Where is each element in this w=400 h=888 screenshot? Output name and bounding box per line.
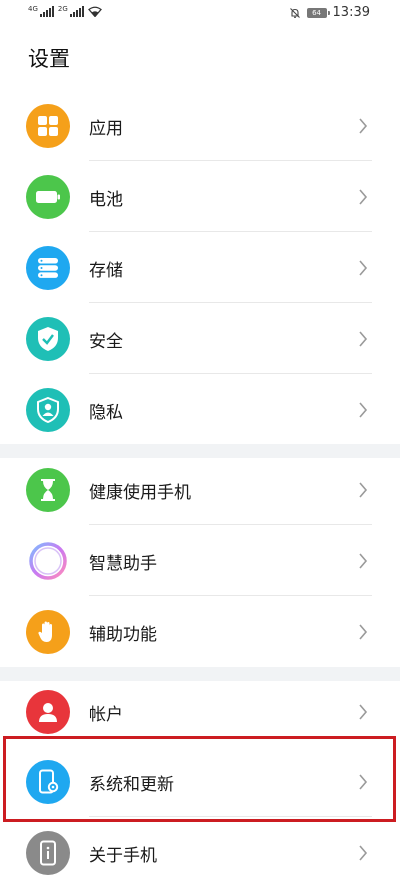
chevron-right-icon <box>359 402 368 418</box>
settings-item-label: 关于手机 <box>89 846 157 866</box>
network-type-1: 4G <box>28 5 38 13</box>
chevron-right-icon <box>359 118 368 134</box>
account-icon <box>26 690 70 734</box>
security-shield-icon <box>26 317 70 361</box>
highlight-box <box>3 736 396 822</box>
signal-icon <box>39 6 54 17</box>
signal-icon-2 <box>69 6 84 17</box>
page-title: 设置 <box>28 47 70 71</box>
battery-icon <box>26 175 70 219</box>
settings-item-about-phone[interactable]: 关于手机 <box>0 817 400 888</box>
smart-assistant-icon <box>26 539 70 583</box>
settings-item-label: 辅助功能 <box>89 625 157 645</box>
chevron-right-icon <box>359 704 368 720</box>
settings-item-security[interactable]: 安全 <box>0 303 400 374</box>
settings-item-label: 安全 <box>89 332 123 352</box>
storage-icon <box>26 246 70 290</box>
settings-item-privacy[interactable]: 隐私 <box>0 374 400 445</box>
settings-item-smart-assistant[interactable]: 智慧助手 <box>0 525 400 596</box>
settings-item-apps[interactable]: 应用 <box>0 90 400 161</box>
chevron-right-icon <box>359 331 368 347</box>
settings-item-label: 隐私 <box>89 403 123 423</box>
settings-item-accessibility[interactable]: 辅助功能 <box>0 596 400 667</box>
hand-icon <box>26 610 70 654</box>
status-bar: 4G 2G 64 13:39 <box>0 0 400 28</box>
chevron-right-icon <box>359 553 368 569</box>
wifi-icon <box>87 6 102 17</box>
settings-item-battery[interactable]: 电池 <box>0 161 400 232</box>
settings-item-label: 智慧助手 <box>89 554 157 574</box>
settings-item-label: 健康使用手机 <box>89 483 191 503</box>
settings-item-label: 电池 <box>89 190 123 210</box>
settings-item-digital-balance[interactable]: 健康使用手机 <box>0 454 400 525</box>
chevron-right-icon <box>359 189 368 205</box>
network-type-2: 2G <box>57 5 68 13</box>
phone-info-icon <box>26 831 70 875</box>
hourglass-icon <box>26 468 70 512</box>
apps-grid-icon <box>26 104 70 148</box>
settings-item-label: 帐户 <box>89 705 123 725</box>
privacy-shield-icon <box>26 388 70 432</box>
clock: 13:39 <box>332 5 370 20</box>
settings-item-label: 应用 <box>89 119 123 139</box>
settings-item-label: 存储 <box>89 261 123 281</box>
chevron-right-icon <box>359 845 368 861</box>
chevron-right-icon <box>359 482 368 498</box>
mute-bell-icon <box>289 7 300 18</box>
settings-item-storage[interactable]: 存储 <box>0 232 400 303</box>
chevron-right-icon <box>359 624 368 640</box>
battery-icon: 64 <box>306 7 330 18</box>
chevron-right-icon <box>359 260 368 276</box>
